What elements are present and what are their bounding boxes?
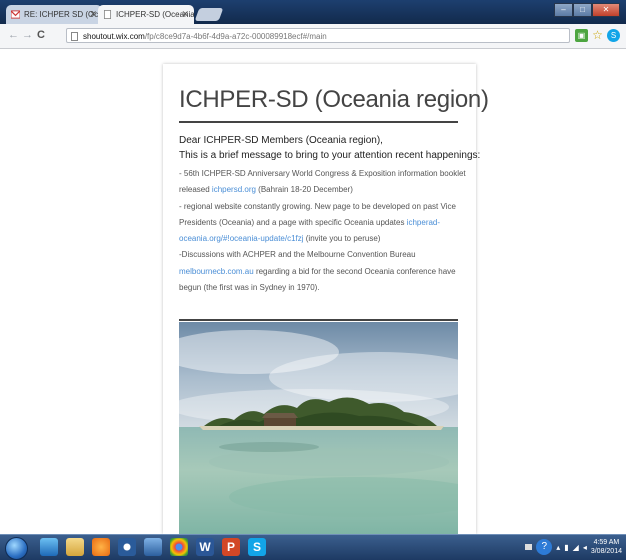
island-photo bbox=[179, 322, 458, 534]
help-icon[interactable]: ? bbox=[536, 539, 553, 555]
page-icon bbox=[103, 10, 112, 19]
gmail-icon bbox=[11, 10, 20, 19]
body-line: oceania.org/#!oceania-update/c1fzj (invi… bbox=[179, 231, 469, 247]
volume-icon[interactable]: ◂ bbox=[583, 543, 587, 552]
oceania-update-link[interactable]: oceania.org/#!oceania-update/c1fzj bbox=[179, 234, 304, 243]
body-text: Presidents (Oceania) and a page with spe… bbox=[179, 217, 407, 227]
ie-icon[interactable] bbox=[40, 538, 58, 556]
image-divider bbox=[179, 319, 458, 321]
keyboard-icon[interactable] bbox=[525, 544, 533, 550]
melbournecb-link[interactable]: melbournecb.com.au bbox=[179, 267, 254, 276]
start-button[interactable] bbox=[5, 537, 28, 560]
window-controls: – □ ✕ bbox=[554, 3, 620, 17]
media-player-icon[interactable] bbox=[92, 538, 110, 556]
forward-arrow-icon[interactable]: → bbox=[22, 29, 33, 41]
body-line: - regional website constantly growing. N… bbox=[179, 201, 456, 211]
body-text: released bbox=[179, 185, 212, 195]
body-line: released ichpersd.org (Bahrain 18-20 Dec… bbox=[179, 182, 469, 198]
tray-arrow-icon[interactable]: ▴ bbox=[556, 543, 560, 552]
maximize-button[interactable]: □ bbox=[573, 3, 592, 17]
close-tab-icon[interactable]: ✕ bbox=[89, 5, 97, 24]
skype-icon[interactable]: S bbox=[607, 29, 620, 42]
greeting: Dear ICHPER-SD Members (Oceania region), bbox=[179, 135, 383, 146]
body-line: Presidents (Oceania) and a page with spe… bbox=[179, 215, 469, 231]
page-info-icon bbox=[71, 32, 78, 41]
clock[interactable]: 4:59 AM 3/08/2014 bbox=[591, 538, 622, 556]
signal-icon[interactable]: ◢ bbox=[573, 543, 579, 552]
body-line: begun (the first was in Sydney in 1970). bbox=[179, 283, 320, 293]
clock-time: 4:59 AM bbox=[593, 539, 620, 546]
tab-ichper[interactable]: ICHPER-SD (Oceania regi ✕ bbox=[98, 5, 194, 24]
clock-date: 3/08/2014 bbox=[590, 548, 622, 555]
message-body: - 56th ICHPER-SD Anniversary World Congr… bbox=[179, 166, 469, 296]
windows-taskbar: W P S ? ▴ ▮ ◢ ◂ 4:59 AM 3/08/2014 bbox=[0, 534, 626, 560]
outlook-icon[interactable] bbox=[144, 538, 162, 556]
url-path: /fp/c8ce9d7a-4b6f-4d9a-a72c-000089918ecf… bbox=[144, 32, 327, 41]
extension-icons: ▣ ☆ S bbox=[575, 29, 620, 42]
word-icon[interactable]: W bbox=[196, 538, 214, 556]
title-divider bbox=[179, 121, 458, 123]
powerpoint-icon[interactable]: P bbox=[222, 538, 240, 556]
newsletter-card: ICHPER-SD (Oceania region) Dear ICHPER-S… bbox=[163, 64, 489, 534]
intro-text: This is a brief message to bring to your… bbox=[179, 150, 481, 161]
browser-toolbar: ← → C shoutout.wix.com/fp/c8ce9d7a-4b6f-… bbox=[0, 24, 626, 49]
page-title: ICHPER-SD (Oceania region) bbox=[179, 86, 489, 113]
address-bar[interactable]: shoutout.wix.com/fp/c8ce9d7a-4b6f-4d9a-a… bbox=[66, 28, 570, 43]
skype-icon[interactable]: S bbox=[248, 538, 266, 556]
app-icon[interactable] bbox=[118, 538, 136, 556]
network-icon[interactable]: ▮ bbox=[564, 543, 568, 552]
extension-icon[interactable]: ▣ bbox=[575, 29, 588, 42]
body-line: - 56th ICHPER-SD Anniversary World Congr… bbox=[179, 169, 466, 178]
new-tab-button[interactable] bbox=[194, 8, 224, 21]
back-arrow-icon[interactable]: ← bbox=[8, 29, 19, 41]
url-host: shoutout.wix.com bbox=[83, 32, 145, 41]
star-icon[interactable]: ☆ bbox=[591, 29, 604, 42]
ichpersd-link[interactable]: ichpersd.org bbox=[212, 185, 256, 194]
tab-gmail[interactable]: RE: ICHPER SD (Oceania r ✕ bbox=[6, 5, 102, 24]
body-text: (invite you to peruse) bbox=[303, 234, 381, 244]
reload-icon[interactable]: C bbox=[37, 29, 45, 41]
chrome-icon[interactable] bbox=[170, 538, 188, 556]
system-tray: ? ▴ ▮ ◢ ◂ 4:59 AM 3/08/2014 bbox=[525, 538, 622, 556]
body-line: melbournecb.com.au regarding a bid for t… bbox=[179, 264, 469, 280]
browser-title-bar: RE: ICHPER SD (Oceania r ✕ ICHPER-SD (Oc… bbox=[0, 0, 626, 24]
oceania-link-start[interactable]: ichperad- bbox=[407, 218, 440, 227]
body-text: regarding a bid for the second Oceania c… bbox=[253, 266, 456, 276]
close-tab-icon[interactable]: ✕ bbox=[181, 5, 189, 24]
close-window-button[interactable]: ✕ bbox=[592, 3, 620, 17]
folder-icon[interactable] bbox=[66, 538, 84, 556]
body-line: -Discussions with ACHPER and the Melbour… bbox=[179, 250, 416, 260]
body-text: (Bahrain 18-20 December) bbox=[255, 185, 353, 195]
minimize-button[interactable]: – bbox=[554, 3, 573, 17]
